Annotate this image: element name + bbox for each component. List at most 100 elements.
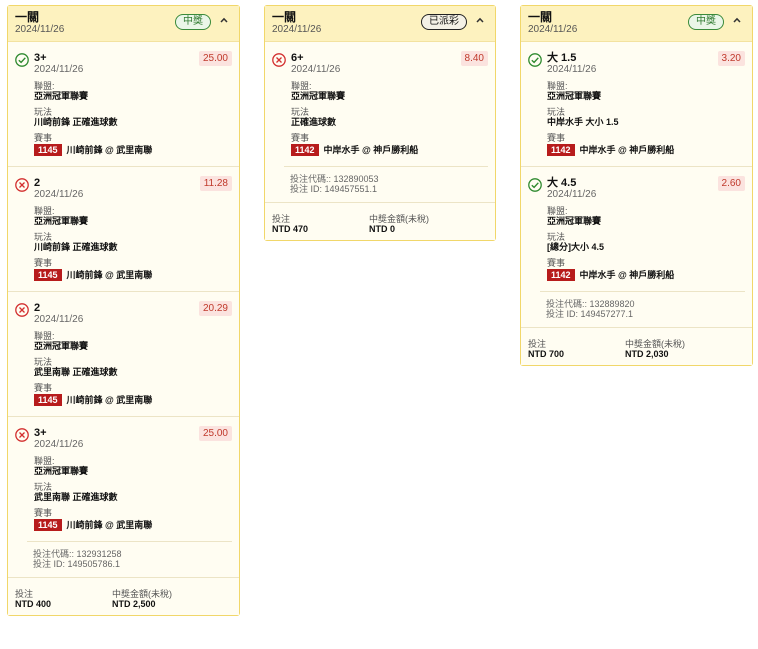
market-label: 玩法	[34, 232, 53, 242]
stake-label: 投注	[272, 214, 291, 224]
chevron-up-icon[interactable]	[219, 16, 229, 24]
ticket-info: 投注代碼:: 132890053 投注 ID: 149457551.1	[284, 166, 488, 194]
status-badge: 中獎	[688, 14, 724, 30]
card-header[interactable]: 一關 2024/11/26 已派彩	[265, 6, 495, 42]
selection-item: 3+ 2024/11/26 25.00 聯盟: 亞洲冠軍聯賽 玩法 武里南聯 正確進球數 賽事…	[8, 416, 239, 541]
league-label: 聯盟:	[34, 456, 55, 466]
check-circle-icon	[528, 178, 542, 192]
card-footer: 投注 NTD 700 中獎金額(未稅) NTD 2,030	[521, 327, 752, 365]
payout-label: 中獎金額(未稅)	[625, 339, 685, 349]
event-name: 川崎前鋒 @ 武里南聯	[66, 269, 153, 280]
card-header[interactable]: 一關 2024/11/26 中獎	[521, 6, 752, 42]
event-name: 川崎前鋒 @ 武里南聯	[66, 394, 153, 405]
ticket-code: 投注代碼:: 132890053	[290, 174, 379, 184]
league-label: 聯盟:	[547, 81, 568, 91]
chevron-up-icon[interactable]	[732, 16, 742, 24]
ticket-info: 投注代碼:: 132889820 投注 ID: 149457277.1	[540, 291, 745, 319]
selection-details: 聯盟: 亞洲冠軍聯賽 玩法 川崎前鋒 正確進球數 賽事 1145 川崎前鋒 @ 武里南聯	[34, 81, 232, 156]
selection-item: 2 2024/11/26 11.28 聯盟: 亞洲冠軍聯賽 玩法 川崎前鋒 正確進球數 賽事 1…	[8, 166, 239, 291]
league-label: 聯盟:	[34, 81, 55, 91]
selection-header: 大 4.5 2024/11/26	[528, 177, 745, 201]
market-value: 川崎前鋒 正確進球數	[34, 242, 118, 252]
selection-details: 聯盟: 亞洲冠軍聯賽 玩法 正確進球數 賽事 1142 中岸水手 @ 神戶勝利船	[291, 81, 488, 156]
cross-circle-icon	[272, 53, 286, 67]
event-name: 川崎前鋒 @ 武里南聯	[66, 519, 153, 530]
market-label: 玩法	[34, 357, 53, 367]
event-code-badge: 1142	[547, 144, 575, 156]
event-name: 中岸水手 @ 神戶勝利船	[579, 269, 675, 280]
selection-date: 2024/11/26	[547, 189, 597, 200]
stake-label: 投注	[15, 589, 34, 599]
payout-label: 中獎金額(未稅)	[112, 589, 172, 599]
payout-column: 中獎金額(未稅) NTD 2,500	[112, 589, 209, 610]
market-value: 川崎前鋒 正確進球數	[34, 117, 118, 127]
selection-main: 大 4.5 2024/11/26	[547, 177, 745, 201]
cross-circle-icon	[15, 303, 29, 317]
league-value: 亞洲冠軍聯賽	[547, 91, 602, 101]
payout-label: 中獎金額(未稅)	[369, 214, 429, 224]
event-code-badge: 1142	[291, 144, 319, 156]
league-value: 亞洲冠軍聯賽	[291, 91, 346, 101]
selection-details: 聯盟: 亞洲冠軍聯賽 玩法 中岸水手 大小 1.5 賽事 1142 中岸水手 @ 神戶勝利船	[547, 81, 745, 156]
event-label: 賽事	[34, 258, 53, 268]
odds-badge: 8.40	[460, 51, 488, 66]
stake-column: 投注 NTD 400	[15, 589, 112, 610]
stake-column: 投注 NTD 700	[528, 339, 625, 360]
selection-item: 2 2024/11/26 20.29 聯盟: 亞洲冠軍聯賽 玩法 武里南聯 正確進球數 賽事 1…	[8, 291, 239, 416]
odds-badge: 20.29	[198, 301, 232, 316]
status-badge: 中獎	[175, 14, 211, 30]
event-name: 中岸水手 @ 神戶勝利船	[579, 144, 675, 155]
event-row: 1145 川崎前鋒 @ 武里南聯	[34, 519, 232, 531]
odds-badge: 11.28	[199, 176, 232, 191]
market-value: 正確進球數	[291, 117, 337, 127]
stake-value: NTD 400	[15, 599, 52, 609]
payout-value: NTD 0	[369, 224, 396, 234]
event-row: 1145 川崎前鋒 @ 武里南聯	[34, 144, 232, 156]
selection-item: 6+ 2024/11/26 8.40 聯盟: 亞洲冠軍聯賽 玩法 正確進球數 賽事 1142 中岸…	[265, 42, 495, 166]
league-value: 亞洲冠軍聯賽	[34, 466, 89, 476]
odds-badge: 25.00	[198, 51, 232, 66]
bet-card[interactable]: 一關 2024/11/26 中獎大 1.5 2024/11/26 3.20 聯盟: 亞洲冠軍…	[520, 5, 753, 366]
bet-card[interactable]: 一關 2024/11/26 中獎 3+ 2024/11/26 25.00 聯盟: 亞洲冠軍聯賽…	[7, 5, 240, 616]
market-label: 玩法	[291, 107, 310, 117]
chevron-up-icon[interactable]	[475, 16, 485, 24]
event-row: 1145 川崎前鋒 @ 武里南聯	[34, 394, 232, 406]
event-label: 賽事	[34, 383, 53, 393]
odds-badge: 3.20	[717, 51, 745, 66]
ticket-id: 投注 ID: 149457277.1	[546, 309, 634, 319]
payout-value: NTD 2,500	[112, 599, 156, 609]
ticket-id: 投注 ID: 149457551.1	[290, 184, 378, 194]
event-name: 川崎前鋒 @ 武里南聯	[66, 144, 153, 155]
selection-item: 3+ 2024/11/26 25.00 聯盟: 亞洲冠軍聯賽 玩法 川崎前鋒 正確進球數 賽事…	[8, 42, 239, 166]
bet-card[interactable]: 一關 2024/11/26 已派彩 6+ 2024/11/26 8.40 聯盟: 亞洲冠軍聯賽…	[264, 5, 496, 241]
event-code-badge: 1142	[547, 269, 575, 281]
league-value: 亞洲冠軍聯賽	[34, 91, 89, 101]
selection-date: 2024/11/26	[291, 64, 341, 75]
payout-column: 中獎金額(未稅) NTD 0	[369, 214, 466, 235]
odds-badge: 2.60	[717, 176, 745, 191]
event-row: 1142 中岸水手 @ 神戶勝利船	[547, 269, 745, 281]
market-label: 玩法	[547, 107, 566, 117]
event-label: 賽事	[291, 133, 310, 143]
card-footer: 投注 NTD 400 中獎金額(未稅) NTD 2,500	[8, 577, 239, 615]
market-label: 玩法	[547, 232, 566, 242]
stake-value: NTD 700	[528, 349, 565, 359]
selection-details: 聯盟: 亞洲冠軍聯賽 玩法 武里南聯 正確進球數 賽事 1145 川崎前鋒 @ 武里南聯	[34, 331, 232, 406]
card-header[interactable]: 一關 2024/11/26 中獎	[8, 6, 239, 42]
league-label: 聯盟:	[34, 331, 55, 341]
event-code-badge: 1145	[34, 144, 62, 156]
market-value: 中岸水手 大小 1.5	[547, 117, 619, 127]
stake-value: NTD 470	[272, 224, 309, 234]
league-value: 亞洲冠軍聯賽	[34, 341, 89, 351]
selection-header: 大 1.5 2024/11/26	[528, 52, 745, 76]
event-label: 賽事	[547, 258, 566, 268]
market-value: 武里南聯 正確進球數	[34, 367, 118, 377]
market-value: [總分]大小 4.5	[547, 242, 605, 252]
event-row: 1142 中岸水手 @ 神戶勝利船	[291, 144, 488, 156]
event-label: 賽事	[547, 133, 566, 143]
cross-circle-icon	[15, 428, 29, 442]
ticket-info: 投注代碼:: 132931258 投注 ID: 149505786.1	[27, 541, 232, 569]
